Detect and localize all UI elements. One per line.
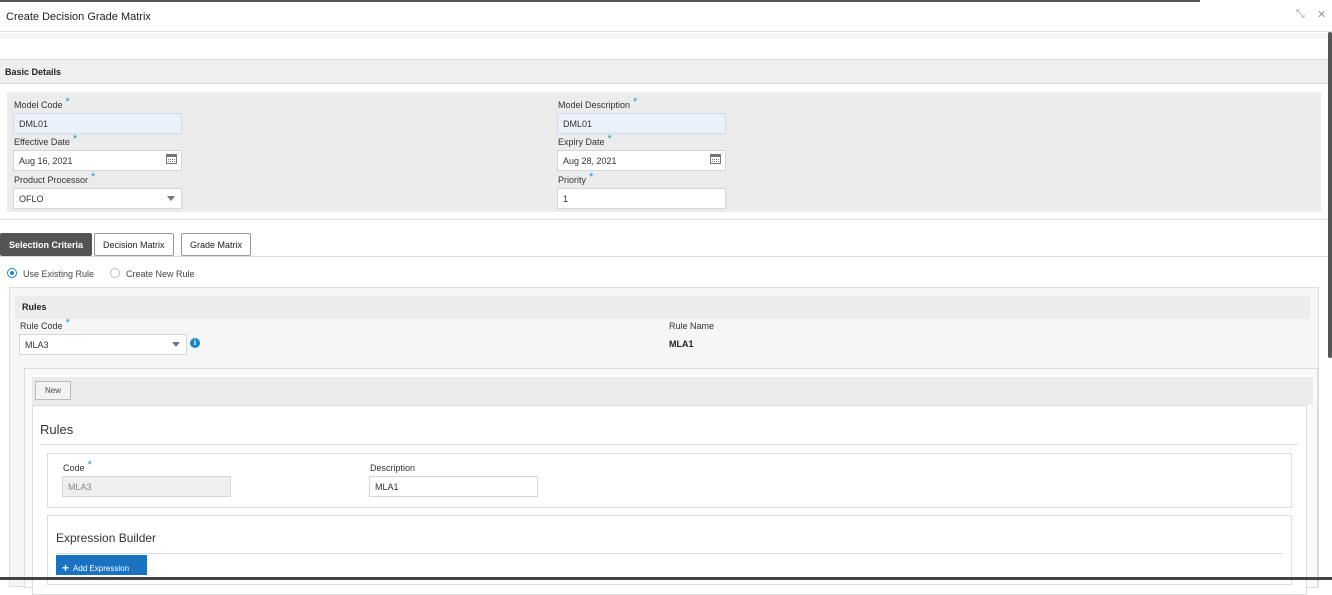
model-code-input[interactable]: DML01 [13,113,182,134]
required-mark: * [65,317,70,329]
model-description-input[interactable]: DML01 [557,113,726,134]
description-input[interactable]: MLA1 [369,476,538,497]
rule-code-value: MLA3 [25,340,49,350]
product-processor-select[interactable]: OFLO [13,188,182,209]
model-code-value: DML01 [19,119,49,129]
model-description-label: Model Description * [558,96,638,111]
required-mark: * [72,133,78,145]
product-processor-label: Product Processor * [14,171,96,186]
expiry-date-label: Expiry Date * [558,133,612,148]
required-mark: * [633,96,638,108]
required-mark: * [87,459,92,471]
rules-header-title: Rules [22,302,47,312]
expiry-date-value: Aug 28, 2021 [563,156,617,166]
new-toolbar: New [32,377,1313,405]
required-mark: * [589,171,594,183]
effective-date-label: Effective Date * [14,133,78,148]
product-processor-label-text: Product Processor [14,175,89,185]
effective-date-input[interactable]: Aug 16, 2021 [13,150,182,171]
divider [56,553,1283,554]
required-mark: * [91,171,96,183]
create-new-rule-label[interactable]: Create New Rule [126,269,195,279]
description-value: MLA1 [375,482,399,492]
window-titlebar: Create Decision Grade Matrix ⤡ ✕ [0,2,1332,32]
rules-header: Rules [15,296,1310,319]
use-existing-rule-label[interactable]: Use Existing Rule [23,269,94,279]
description-label: Description [370,463,416,473]
code-label: Code * [63,459,92,474]
basic-details-header[interactable]: Basic Details [0,59,1328,84]
code-value: MLA3 [68,482,92,492]
add-expression-label: Add Expression [73,564,130,573]
tab-grade-matrix[interactable]: Grade Matrix [181,233,252,256]
plus-icon: + [62,561,70,575]
add-expression-button[interactable]: + Add Expression [56,555,147,575]
code-label-text: Code [63,463,85,473]
required-mark: * [607,133,612,145]
chevron-down-icon [167,196,175,201]
product-processor-value: OFLO [19,194,44,204]
expiry-date-input[interactable]: Aug 28, 2021 [557,150,726,171]
priority-value: 1 [563,194,569,204]
model-code-label: Model Code * [14,96,70,111]
code-input[interactable]: MLA3 [62,476,231,497]
rule-code-select[interactable]: MLA3 [19,334,187,355]
window-title: Create Decision Grade Matrix [6,11,151,23]
rule-name-label: Rule Name [669,321,715,331]
model-description-value: DML01 [563,119,593,129]
vertical-scrollbar[interactable] [1328,32,1332,358]
rules-card-title: Rules [40,422,74,437]
calendar-icon[interactable] [710,154,721,164]
rule-code-label: Rule Code * [20,317,70,332]
tab-selection-criteria[interactable]: Selection Criteria [0,233,93,256]
spacer-row [0,39,1328,59]
tab-decision-matrix[interactable]: Decision Matrix [94,233,174,256]
chevron-down-icon [172,342,180,347]
expiry-date-label-text: Expiry Date [558,137,605,147]
priority-label-text: Priority [558,175,587,185]
effective-date-value: Aug 16, 2021 [19,156,73,166]
close-icon[interactable]: ✕ [1317,8,1326,21]
rule-fields-box [47,453,1292,508]
required-mark: * [65,96,70,108]
basic-details-title: Basic Details [5,67,62,77]
effective-date-label-text: Effective Date [14,137,70,147]
radio-use-existing-rule[interactable] [7,268,17,278]
minimize-icon[interactable]: ⤡ [1296,8,1305,21]
divider [40,444,1299,445]
rule-name-value: MLA1 [669,339,694,349]
new-button[interactable]: New [35,381,72,400]
calendar-icon[interactable] [166,154,177,164]
info-icon[interactable]: i [190,338,200,348]
priority-input[interactable]: 1 [557,188,726,209]
expression-builder-box [47,515,1292,585]
expression-builder-title: Expression Builder [56,531,157,545]
priority-label: Priority * [558,171,594,186]
rule-code-label-text: Rule Code [20,321,63,331]
model-code-label-text: Model Code [14,100,63,110]
divider [0,219,1328,220]
radio-create-new-rule[interactable] [110,268,120,278]
model-description-label-text: Model Description [558,100,631,110]
tab-divider [0,256,1328,257]
